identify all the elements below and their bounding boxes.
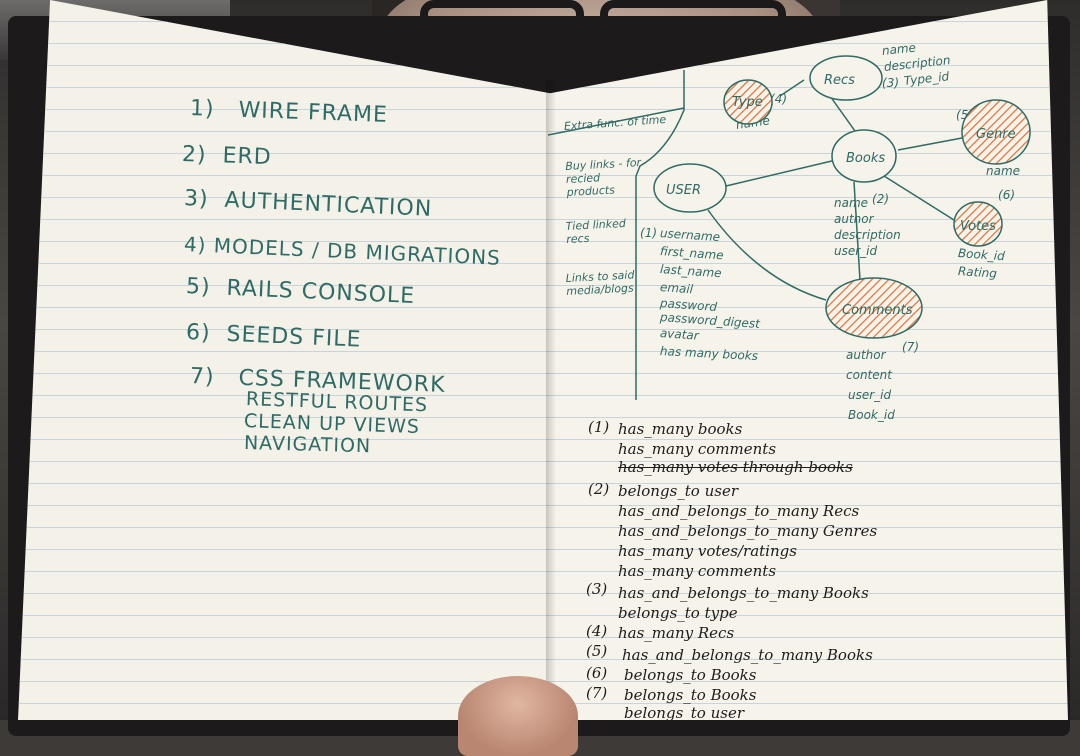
votes-entity-label: Votes [960, 219, 996, 234]
relation-line: has_and_belongs_to_many Recs [618, 502, 860, 520]
todo-subitem: NAVIGATION [243, 432, 372, 458]
relation-number: (2) [588, 480, 610, 498]
relation-line: belongs_to user [624, 704, 744, 720]
comments-entity-label: Comments [842, 303, 913, 318]
recs-type-line [779, 79, 805, 97]
todo-item: 4) MODELS / DB MIGRATIONS [183, 232, 502, 270]
type-entity-label: Type [732, 95, 763, 110]
relation-number: (6) [586, 664, 608, 682]
thumb [458, 676, 578, 756]
books-votes-line [883, 175, 955, 221]
relation-line: has_and_belongs_to_many Genres [618, 522, 878, 540]
relation-line: belongs_to type [618, 604, 738, 622]
divider-line [635, 70, 685, 400]
relation-line: has_many votes/ratings [618, 542, 797, 560]
side-divider [548, 107, 685, 136]
recs-entity-label: Recs [824, 73, 855, 88]
notebook-left-page: 1) WIRE FRAME 2) ERD 3) AUTHENTICATION 4… [18, 0, 552, 720]
relation-number: (5) [586, 642, 608, 660]
todo-item: 5) RAILS CONSOLE [185, 274, 416, 309]
todo-item: 2) ERD [181, 142, 273, 171]
user-books-line [725, 159, 837, 187]
relation-line: has_many comments [618, 562, 777, 580]
relation-line-struck: has_many votes through books [618, 458, 853, 476]
relation-line: has_and_belongs_to_many Books [618, 584, 869, 602]
todo-item: 1) WIRE FRAME [189, 96, 389, 128]
user-comments-line [707, 209, 827, 301]
relation-number: (4) [586, 622, 608, 640]
books-genre-line [897, 137, 963, 151]
relation-line: has_many comments [618, 440, 777, 458]
books-entity-label: Books [846, 151, 885, 166]
genre-entity-label: Genre [976, 127, 1016, 142]
relation-line: has_and_belongs_to_many Books [622, 646, 873, 664]
todo-item: 6) SEEDS FILE [185, 320, 362, 353]
books-comments-line [853, 181, 861, 281]
relation-line: belongs_to Books [624, 666, 757, 684]
relation-number: (3) [586, 580, 608, 598]
erd-nodes [653, 55, 1031, 339]
erd-diagram: USER Recs Type Books Genre Votes Comment… [548, 55, 1031, 400]
user-entity-label: USER [666, 183, 701, 198]
relation-line: belongs_to Books [624, 686, 757, 704]
relation-line: belongs_to user [618, 482, 738, 500]
todo-item: 3) AUTHENTICATION [183, 186, 433, 222]
relation-line: has_many Recs [618, 624, 735, 642]
relation-number: (7) [586, 684, 608, 702]
